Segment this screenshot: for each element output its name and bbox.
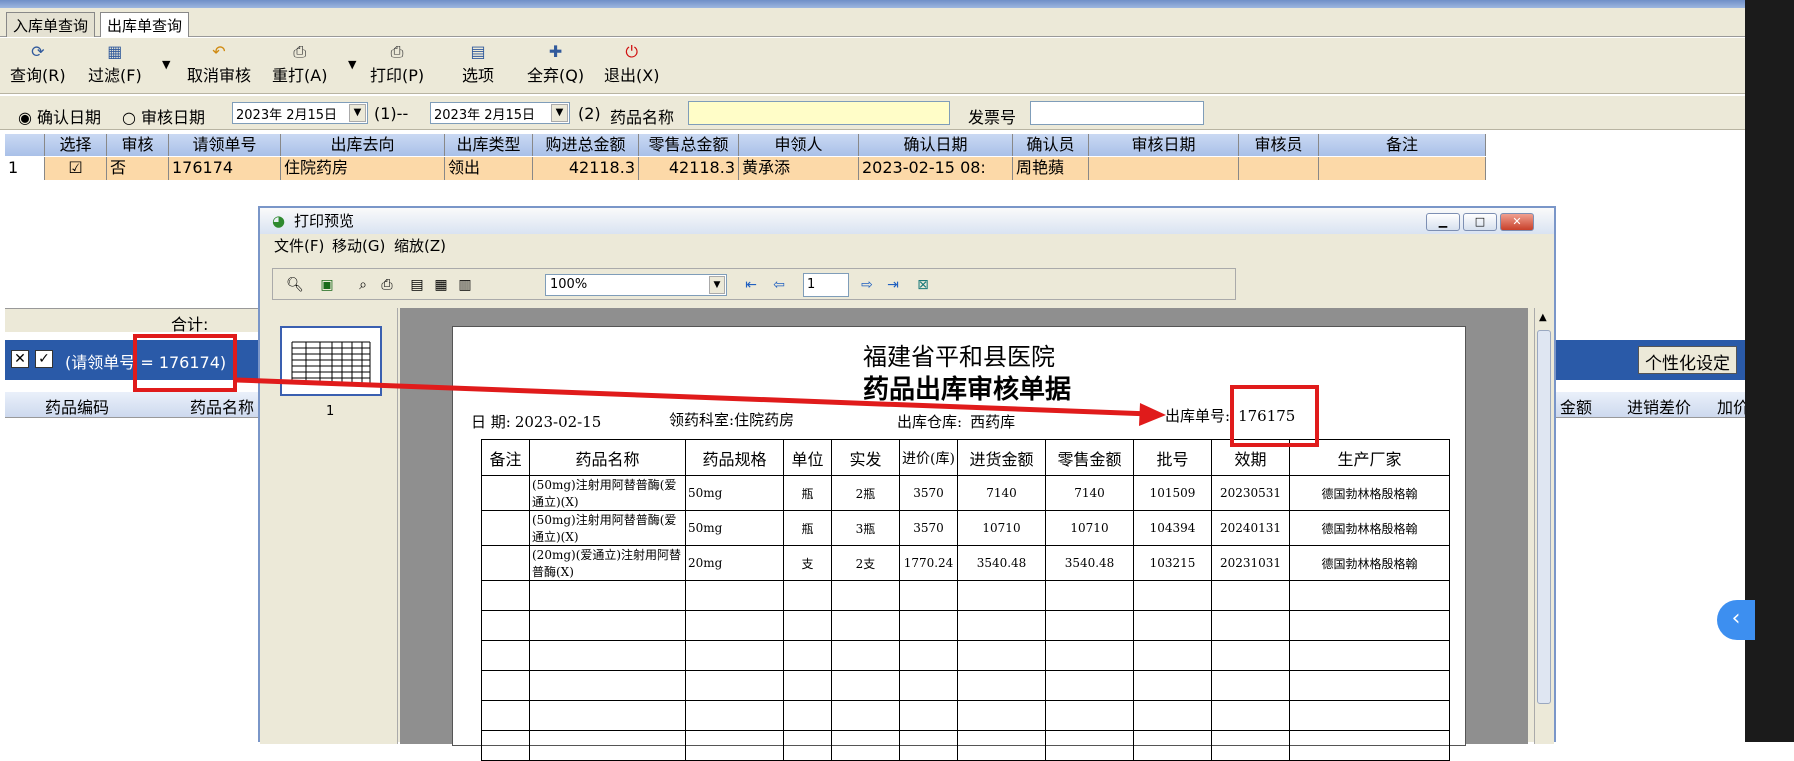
collapse-side-button[interactable]: ‹ (1717, 600, 1755, 640)
chevron-left-icon: ‹ (1731, 606, 1741, 631)
red-arrow (236, 377, 1166, 426)
app-window: 入库单查询 出库单查询 ⟳ 查询(R) ▦ 过滤(F) ▼ ↶ 取消审核 ⎙ 重打(A)… (0, 0, 1745, 761)
